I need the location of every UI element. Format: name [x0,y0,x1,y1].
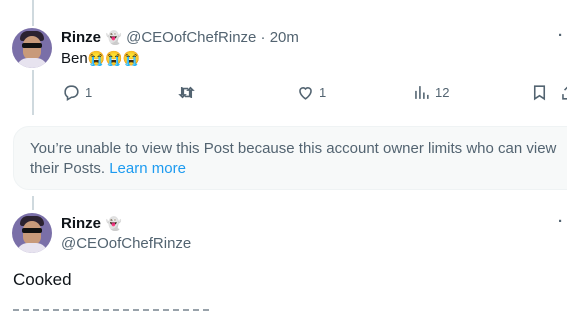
reply-handle-time[interactable]: @CEOofChefRinze · 20m [126,29,299,46]
bookmark-icon [533,85,546,101]
views-button[interactable]: 12 [412,83,449,102]
share-icon [562,86,567,100]
avatar-glasses [22,43,42,48]
views-count: 12 [435,85,450,100]
retweet-button[interactable] [177,83,196,102]
learn-more-link[interactable]: Learn more [109,160,186,177]
main-display-name[interactable]: Rinze [61,215,101,232]
heart-icon [299,87,312,100]
prev-actions-partial [300,0,567,2]
main-handle[interactable]: @CEOofChefRinze [61,235,191,252]
reply-display-name[interactable]: Rinze [61,29,101,46]
reply-button[interactable]: 1 [62,83,92,102]
unavailable-post-notice: You’re unable to view this Post because … [13,126,567,190]
like-count: 1 [319,85,327,100]
reply-text: Ben😭😭😭 [61,50,140,67]
crying-emoji-icon: 😭😭😭 [87,50,140,66]
timestamp-partial [13,309,213,313]
main-post-text: Cooked [13,270,72,289]
avatar-face [23,36,41,60]
like-button[interactable]: 1 [296,83,326,102]
avatar-face [23,221,41,245]
main-more-icon[interactable]: · [558,213,563,230]
retweet-icon [178,86,195,99]
reply-text-content: Ben [61,50,88,67]
reply-icon [64,85,79,102]
ghost-badge-icon: 👻 [105,216,122,231]
reply-avatar[interactable] [12,28,52,68]
ghost-badge-icon: 👻 [105,30,122,45]
avatar-shirt [16,243,48,253]
thread-line-top [32,0,34,26]
thread-line-bottom [32,196,34,210]
reply-header: Rinze 👻 @CEOofChefRinze · 20m [61,29,299,47]
reply-more-icon[interactable]: · [558,27,563,44]
avatar-shirt [16,58,48,68]
main-name-row: Rinze 👻 [61,215,122,233]
main-avatar[interactable] [12,213,52,253]
reply-count: 1 [85,85,93,100]
share-button[interactable] [559,83,567,102]
avatar-glasses [22,228,42,233]
views-chart-icon [415,86,429,99]
bookmark-button[interactable] [530,83,549,102]
thread-line-mid [32,70,34,115]
